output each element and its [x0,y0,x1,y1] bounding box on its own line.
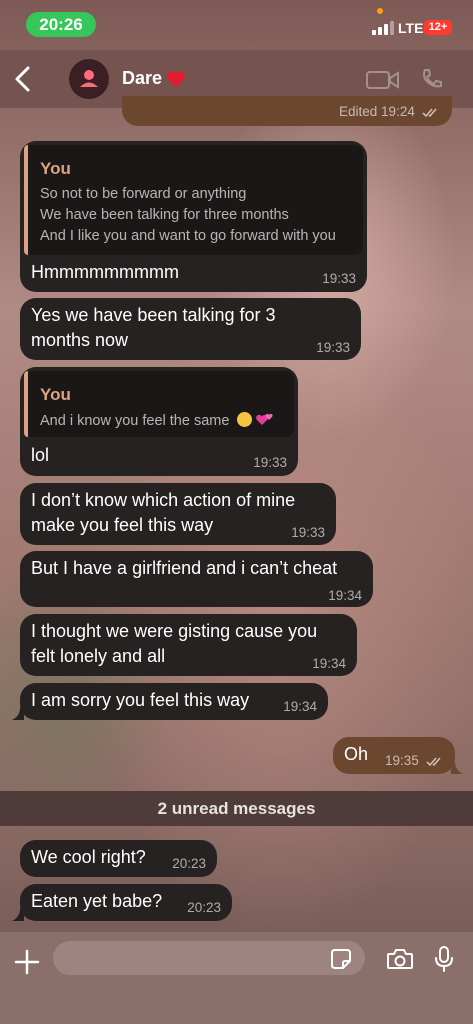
camera-icon [387,949,413,969]
message-time: 20:23 [187,900,221,915]
quote-text-line: We have been talking for three months [40,207,289,223]
contact-name[interactable]: Dare [122,68,162,89]
message-bubble-incoming[interactable]: Eaten yet babe? 20:23 [20,884,232,921]
message-text-line: make you feel this way [31,515,214,535]
pleading-face-emoji-icon [237,412,253,427]
microphone-button[interactable] [434,945,454,973]
double-check-icon [422,108,437,118]
sticker-icon [331,949,351,969]
unread-messages-separator: 2 unread messages [0,791,473,826]
message-bubble-outgoing[interactable]: Oh 19:35 [333,737,455,774]
message-text: Oh [344,744,369,764]
message-bubble-incoming[interactable]: We cool right? 20:23 [20,840,217,877]
message-time: 20:23 [172,856,206,871]
message-bubble-incoming[interactable]: You And i know you feel the same lol 19:… [20,367,298,476]
quote-text-line: So not to be forward or anything [40,186,247,202]
message-bubble-outgoing-partial[interactable]: Edited 19:24 [122,96,452,126]
avatar-person-icon [80,70,98,87]
message-meta: Edited 19:24 [339,104,440,119]
message-time: 19:34 [312,656,346,671]
message-time: 19:33 [253,455,287,470]
message-bubble-incoming[interactable]: But I have a girlfriend and i can’t chea… [20,551,373,607]
message-meta: 19:35 [385,753,444,768]
quote-author: You [40,385,71,404]
message-text: But I have a girlfriend and i can’t chea… [31,558,338,578]
quote-accent-bar [24,371,28,437]
message-bubble-incoming[interactable]: I am sorry you feel this way 19:34 [20,683,328,720]
camera-button[interactable] [386,947,414,971]
message-text-line: Yes we have been talking for 3 [31,305,276,325]
message-text-line: I thought we were gisting cause you [31,621,318,641]
battery-indicator: 12+ [424,20,452,35]
message-text: Hmmmmmmmmm [31,262,179,282]
quote-author: You [40,159,71,178]
status-bar: 20:26 LTE 12+ [0,0,473,50]
message-bubble-incoming[interactable]: You So not to be forward or anything We … [20,141,367,292]
message-text: I am sorry you feel this way [31,690,250,710]
heart-icon [166,69,186,89]
quote-accent-bar [24,145,28,255]
cellular-signal-icon [372,21,394,35]
message-time: 19:24 [381,104,415,119]
message-input[interactable] [53,941,365,975]
quote-text: And i know you feel the same [40,413,230,429]
voice-call-icon[interactable] [420,67,444,91]
message-text-line: I don’t know which action of mine [31,490,296,510]
message-time: 19:33 [316,340,350,355]
avatar[interactable] [69,59,109,99]
message-time: 19:34 [328,588,362,603]
message-text-line: felt lonely and all [31,646,166,666]
microphone-icon [435,946,453,972]
quoted-message[interactable]: You And i know you feel the same [24,371,294,437]
privacy-indicator-dot [377,8,383,14]
message-text: Eaten yet babe? [31,891,163,911]
network-type: LTE [398,20,424,36]
attach-button[interactable] [14,949,40,975]
quote-text-line: And i know you feel the same [40,411,274,429]
message-time: 19:34 [283,699,317,714]
two-hearts-emoji-icon [256,413,274,425]
message-time: 19:35 [385,753,419,768]
back-button[interactable] [10,64,38,94]
message-text: We cool right? [31,847,146,867]
quoted-message[interactable]: You So not to be forward or anything We … [24,145,363,255]
message-text-line: months now [31,330,129,350]
quote-text-line: And I like you and want to go forward wi… [40,228,336,244]
message-bubble-incoming[interactable]: Yes we have been talking for 3 months no… [20,298,361,360]
double-check-icon [425,757,441,767]
video-call-icon[interactable] [366,70,400,90]
message-text: lol [31,445,50,465]
back-chevron-icon [15,66,30,92]
message-composer [0,932,473,1024]
status-time[interactable]: 20:26 [26,12,96,37]
message-time: 19:33 [291,525,325,540]
edited-label: Edited [339,104,378,119]
message-bubble-incoming[interactable]: I don’t know which action of mine make y… [20,483,336,545]
sticker-button[interactable] [330,948,352,970]
message-time: 19:33 [322,271,356,286]
message-bubble-incoming[interactable]: I thought we were gisting cause you felt… [20,614,357,676]
plus-icon [14,949,40,975]
